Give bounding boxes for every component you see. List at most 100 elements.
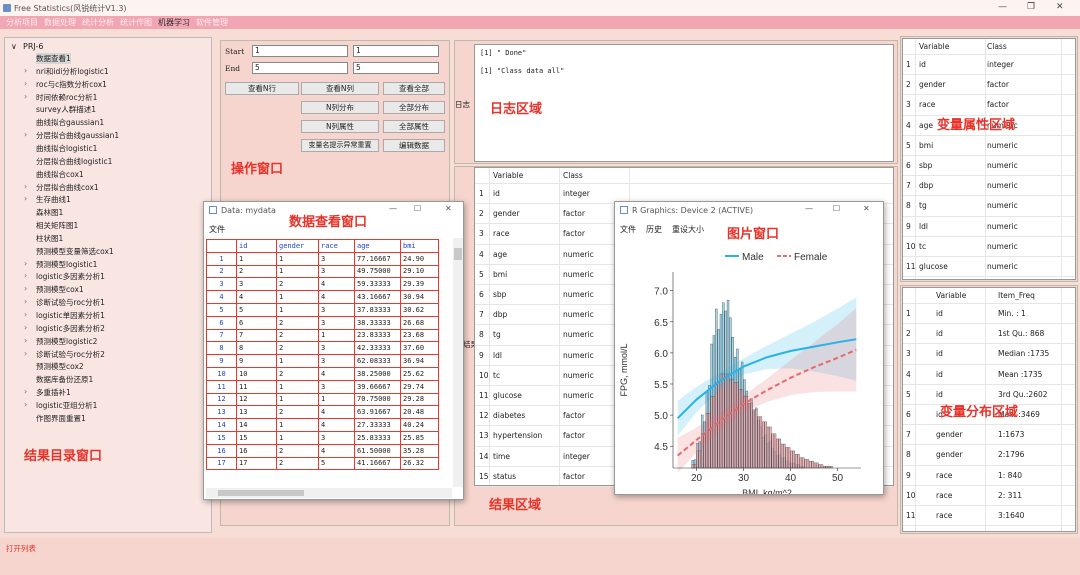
data-cell[interactable]: 2 xyxy=(276,341,319,356)
data-cell[interactable]: 2 xyxy=(276,456,319,471)
data-cell[interactable]: 38.25000 xyxy=(354,366,401,381)
data-cell[interactable]: 3 xyxy=(318,341,355,356)
table-row[interactable]: 3 race factor xyxy=(903,95,1075,116)
chevron-right-icon[interactable]: › xyxy=(24,194,27,203)
tree-item[interactable]: logistic亚组分析1 xyxy=(36,400,97,411)
column-header[interactable]: race xyxy=(318,239,355,253)
data-cell[interactable]: 3 xyxy=(318,251,355,266)
table-row[interactable]: 2 id 1st Qu.: 868 xyxy=(903,324,1075,345)
tree-item[interactable]: 曲线拟合logistic1 xyxy=(36,143,97,154)
data-cell[interactable]: 1 xyxy=(276,251,319,266)
n-col-attr-button[interactable]: N列属性 xyxy=(301,120,379,133)
data-cell[interactable]: 1 xyxy=(276,302,319,317)
data-cell[interactable]: 61.50000 xyxy=(354,443,401,458)
data-cell[interactable]: 41.16667 xyxy=(354,456,401,471)
data-cell[interactable]: 25.62 xyxy=(400,366,439,381)
data-cell[interactable]: 12 xyxy=(236,392,277,407)
menu-item[interactable]: 数据处理 xyxy=(44,17,76,28)
data-grid[interactable]: id gender race age bmi 1 1 1 3 77.16667 24.90 2 2 1 3 4… xyxy=(206,239,452,486)
data-cell[interactable]: 9 xyxy=(206,354,237,368)
tree-item[interactable]: 分层拟合曲线logistic1 xyxy=(36,156,112,167)
data-row[interactable]: 13 13 2 4 63.91667 20.48 xyxy=(206,405,439,420)
start-row-input[interactable]: 1 xyxy=(252,45,348,57)
data-cell[interactable]: 1 xyxy=(276,430,319,445)
data-cell[interactable]: 23.83333 xyxy=(354,328,401,343)
data-cell[interactable]: 10 xyxy=(236,366,277,381)
table-row[interactable]: 8 tg numeric xyxy=(903,196,1075,217)
data-cell[interactable]: 1 xyxy=(276,379,319,394)
chevron-right-icon[interactable]: › xyxy=(24,297,27,306)
chevron-right-icon[interactable]: › xyxy=(24,259,27,268)
tree-item[interactable]: 预测模型logistic2 xyxy=(36,336,97,347)
chevron-right-icon[interactable]: › xyxy=(24,310,27,319)
chevron-right-icon[interactable]: › xyxy=(24,130,27,139)
data-cell[interactable]: 1 xyxy=(276,392,319,407)
column-header[interactable]: id xyxy=(236,239,277,253)
tree-item[interactable]: 森林图1 xyxy=(36,207,63,218)
data-cell[interactable]: 14 xyxy=(206,418,237,432)
chevron-right-icon[interactable]: › xyxy=(24,400,27,409)
menu-item[interactable]: 机器学习 xyxy=(158,17,190,28)
chevron-right-icon[interactable]: › xyxy=(24,284,27,293)
data-cell[interactable]: 24.90 xyxy=(400,251,439,266)
data-cell[interactable]: 7 xyxy=(236,328,277,343)
data-row[interactable]: 3 3 2 4 59.33333 29.39 xyxy=(206,277,439,292)
data-cell[interactable]: 20.48 xyxy=(400,405,439,420)
data-cell[interactable]: 9 xyxy=(236,354,277,368)
data-cell[interactable]: 5 xyxy=(236,302,277,317)
data-cell[interactable]: 29.28 xyxy=(400,392,439,407)
table-row[interactable]: 9 ldl numeric xyxy=(903,217,1075,237)
close-icon[interactable]: ✕ xyxy=(445,204,452,213)
tree-item[interactable]: 多重插补1 xyxy=(36,387,71,398)
data-cell[interactable]: 17 xyxy=(206,456,237,471)
data-cell[interactable]: 3 xyxy=(318,379,355,394)
graphics-window[interactable]: R Graphics: Device 2 (ACTIVE) — ☐ ✕ 文件 历… xyxy=(614,201,884,495)
data-cell[interactable]: 43.16667 xyxy=(354,290,401,304)
data-cell[interactable]: 1 xyxy=(276,354,319,368)
data-cell[interactable]: 4 xyxy=(318,277,355,292)
data-cell[interactable]: 1 xyxy=(236,251,277,266)
data-cell[interactable]: 17 xyxy=(236,456,277,471)
tree-item[interactable]: 时间依赖roc分析1 xyxy=(36,92,97,103)
data-cell[interactable]: 16 xyxy=(206,443,237,458)
data-cell[interactable]: 40.24 xyxy=(400,418,439,432)
table-row[interactable]: 7 gender 1:1673 xyxy=(903,425,1075,446)
table-row[interactable]: 3 id Median :1735 xyxy=(903,344,1075,365)
data-cell[interactable]: 4 xyxy=(206,290,237,304)
end-col-input[interactable]: 5 xyxy=(353,62,439,74)
data-cell[interactable]: 62.08333 xyxy=(354,354,401,368)
data-cell[interactable]: 1 xyxy=(276,264,319,279)
chevron-right-icon[interactable]: › xyxy=(24,182,27,191)
tree-item[interactable]: 预测模型变量筛选cox1 xyxy=(36,246,114,257)
chevron-right-icon[interactable]: › xyxy=(24,79,27,88)
data-cell[interactable]: 6 xyxy=(236,315,277,330)
table-row[interactable]: 5 bmi numeric xyxy=(903,136,1075,156)
all-dist-button[interactable]: 全部分布 xyxy=(383,101,445,114)
close-icon[interactable]: ✕ xyxy=(1056,2,1064,12)
tree-item[interactable]: nri和idi分析logistic1 xyxy=(36,66,109,77)
tree-item[interactable]: logistic多因素分析2 xyxy=(36,323,105,334)
data-row[interactable]: 17 17 2 5 41.16667 26.32 xyxy=(206,456,439,471)
data-cell[interactable]: 3 xyxy=(206,277,237,292)
data-cell[interactable]: 37.83333 xyxy=(354,302,401,317)
data-row[interactable]: 8 8 2 3 42.33333 37.60 xyxy=(206,341,439,356)
data-cell[interactable]: 4 xyxy=(318,290,355,304)
tree-item[interactable]: 预测模型cox2 xyxy=(36,361,84,372)
data-row[interactable]: 12 12 1 1 70.75000 29.28 xyxy=(206,392,439,407)
data-cell[interactable]: 15 xyxy=(206,430,237,445)
n-col-dist-button[interactable]: N列分布 xyxy=(301,101,379,114)
maximize-icon[interactable]: ☐ xyxy=(833,204,840,213)
data-cell[interactable]: 2 xyxy=(276,315,319,330)
edit-data-button[interactable]: 编辑数据 xyxy=(383,139,445,152)
tree-item[interactable]: 分层拟合曲线cox1 xyxy=(36,182,99,193)
data-cell[interactable]: 3 xyxy=(318,264,355,279)
var-prop-table[interactable]: Variable Class 1 id integer 2 gender factor 3 rac… xyxy=(902,38,1076,280)
data-cell[interactable]: 2 xyxy=(276,277,319,292)
data-cell[interactable]: 8 xyxy=(206,341,237,356)
data-cell[interactable]: 10 xyxy=(206,366,237,381)
data-cell[interactable]: 13 xyxy=(206,405,237,420)
data-cell[interactable]: 4 xyxy=(318,418,355,432)
table-row[interactable]: 6 sbp numeric xyxy=(903,156,1075,177)
data-cell[interactable]: 2 xyxy=(206,264,237,279)
column-header[interactable]: Variable xyxy=(493,171,523,180)
